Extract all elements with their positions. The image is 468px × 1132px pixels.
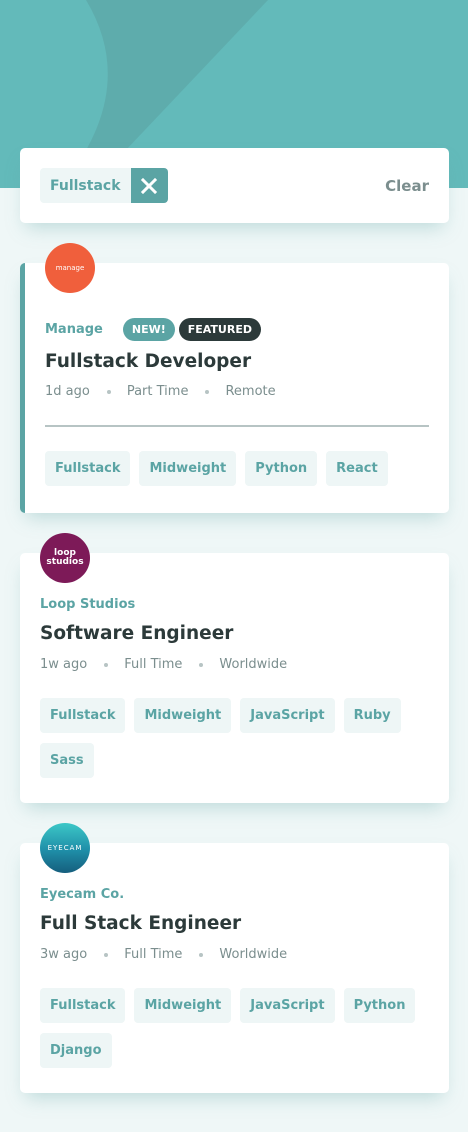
tag-button[interactable]: Midweight: [139, 451, 237, 486]
job-meta: 1w ago Full Time Worldwide: [40, 657, 429, 672]
tag-list: Fullstack Midweight Python React: [45, 451, 429, 486]
new-badge: NEW!: [122, 318, 175, 341]
company-name: Eyecam Co.: [40, 887, 125, 902]
job-location: Remote: [225, 384, 276, 399]
filter-chip: Fullstack: [40, 168, 168, 203]
company-name: Loop Studios: [40, 597, 136, 612]
job-meta: 3w ago Full Time Worldwide: [40, 947, 429, 962]
logo-text: loop studios: [46, 548, 84, 567]
job-meta: 1d ago Part Time Remote: [45, 384, 429, 399]
posted-at: 1w ago: [40, 657, 88, 672]
company-name: Manage: [45, 322, 103, 337]
separator-dot: [104, 952, 109, 957]
posted-at: 3w ago: [40, 947, 88, 962]
tag-list: Fullstack Midweight JavaScript Ruby Sass: [40, 698, 429, 778]
logo-text: manage: [55, 264, 85, 272]
separator-dot: [199, 952, 204, 957]
tag-button[interactable]: JavaScript: [240, 988, 335, 1023]
job-title[interactable]: Software Engineer: [40, 623, 429, 644]
contract-type: Part Time: [126, 384, 189, 399]
separator-dot: [104, 662, 109, 667]
tag-button[interactable]: Fullstack: [40, 988, 126, 1023]
job-location: Worldwide: [219, 657, 288, 672]
card-divider: [45, 425, 429, 427]
tag-button[interactable]: Sass: [40, 743, 94, 778]
separator-dot: [205, 389, 210, 394]
remove-filter-button[interactable]: [130, 168, 168, 203]
tag-button[interactable]: JavaScript: [240, 698, 335, 733]
company-logo-manage: manage: [45, 243, 95, 293]
filter-bar: Fullstack Clear: [20, 148, 449, 223]
job-title[interactable]: Full Stack Engineer: [40, 913, 429, 934]
company-logo-loop-studios: loop studios: [40, 533, 90, 583]
tag-button[interactable]: React: [326, 451, 388, 486]
tag-button[interactable]: Python: [343, 988, 416, 1023]
posted-at: 1d ago: [45, 384, 90, 399]
tag-button[interactable]: Midweight: [134, 698, 232, 733]
tag-button[interactable]: Ruby: [343, 698, 401, 733]
tag-button[interactable]: Python: [245, 451, 318, 486]
tag-list: Fullstack Midweight JavaScript Python Dj…: [40, 988, 429, 1068]
tag-button[interactable]: Django: [40, 1033, 112, 1068]
close-icon: [141, 177, 158, 194]
separator-dot: [106, 389, 111, 394]
company-logo-eyecam: EYECAM: [40, 823, 90, 873]
job-title[interactable]: Fullstack Developer: [45, 351, 429, 372]
clear-button[interactable]: Clear: [385, 177, 429, 195]
tag-button[interactable]: Midweight: [134, 988, 232, 1023]
separator-dot: [199, 662, 204, 667]
job-card: EYECAM Eyecam Co. Full Stack Engineer 3w…: [20, 823, 449, 1093]
tag-button[interactable]: Fullstack: [40, 698, 126, 733]
job-card: loop studios Loop Studios Software Engin…: [20, 533, 449, 803]
featured-badge: FEATURED: [178, 318, 261, 341]
tag-button[interactable]: Fullstack: [45, 451, 131, 486]
logo-text: EYECAM: [47, 844, 83, 852]
contract-type: Full Time: [124, 657, 183, 672]
job-location: Worldwide: [219, 947, 288, 962]
contract-type: Full Time: [124, 947, 183, 962]
job-card: manage Manage NEW! FEATURED Fullstack De…: [20, 243, 449, 513]
filter-chip-label: Fullstack: [40, 168, 131, 203]
